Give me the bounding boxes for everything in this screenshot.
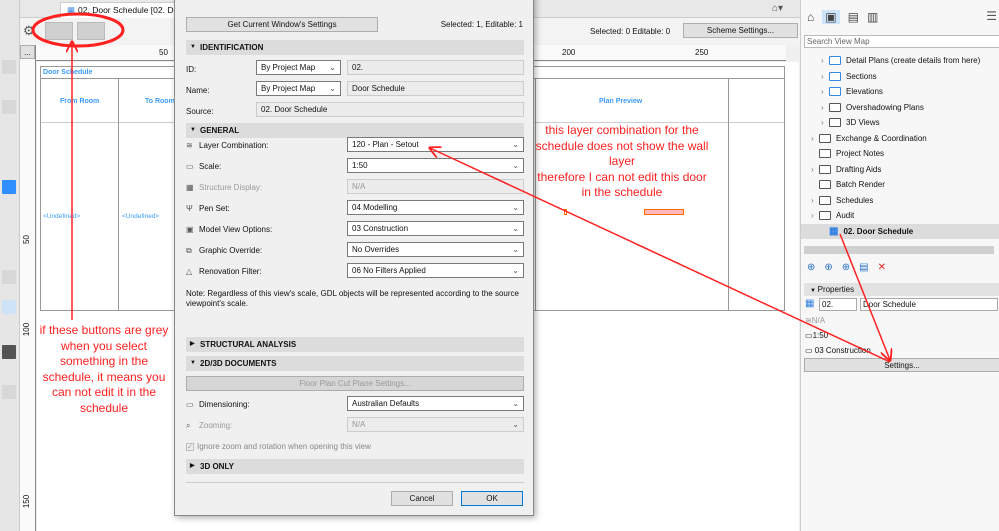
annotation-overlay bbox=[31, 12, 999, 531]
annotation-right: this layer combination for the schedule … bbox=[532, 123, 712, 201]
annotation-left: if these buttons are grey when you selec… bbox=[39, 323, 169, 415]
annotation-line: therefore I can not edit this door in th… bbox=[537, 169, 707, 200]
highlight-ellipse bbox=[31, 12, 125, 48]
annotation-arrow bbox=[839, 233, 890, 360]
annotation-line: this layer combination for the schedule … bbox=[535, 123, 709, 168]
